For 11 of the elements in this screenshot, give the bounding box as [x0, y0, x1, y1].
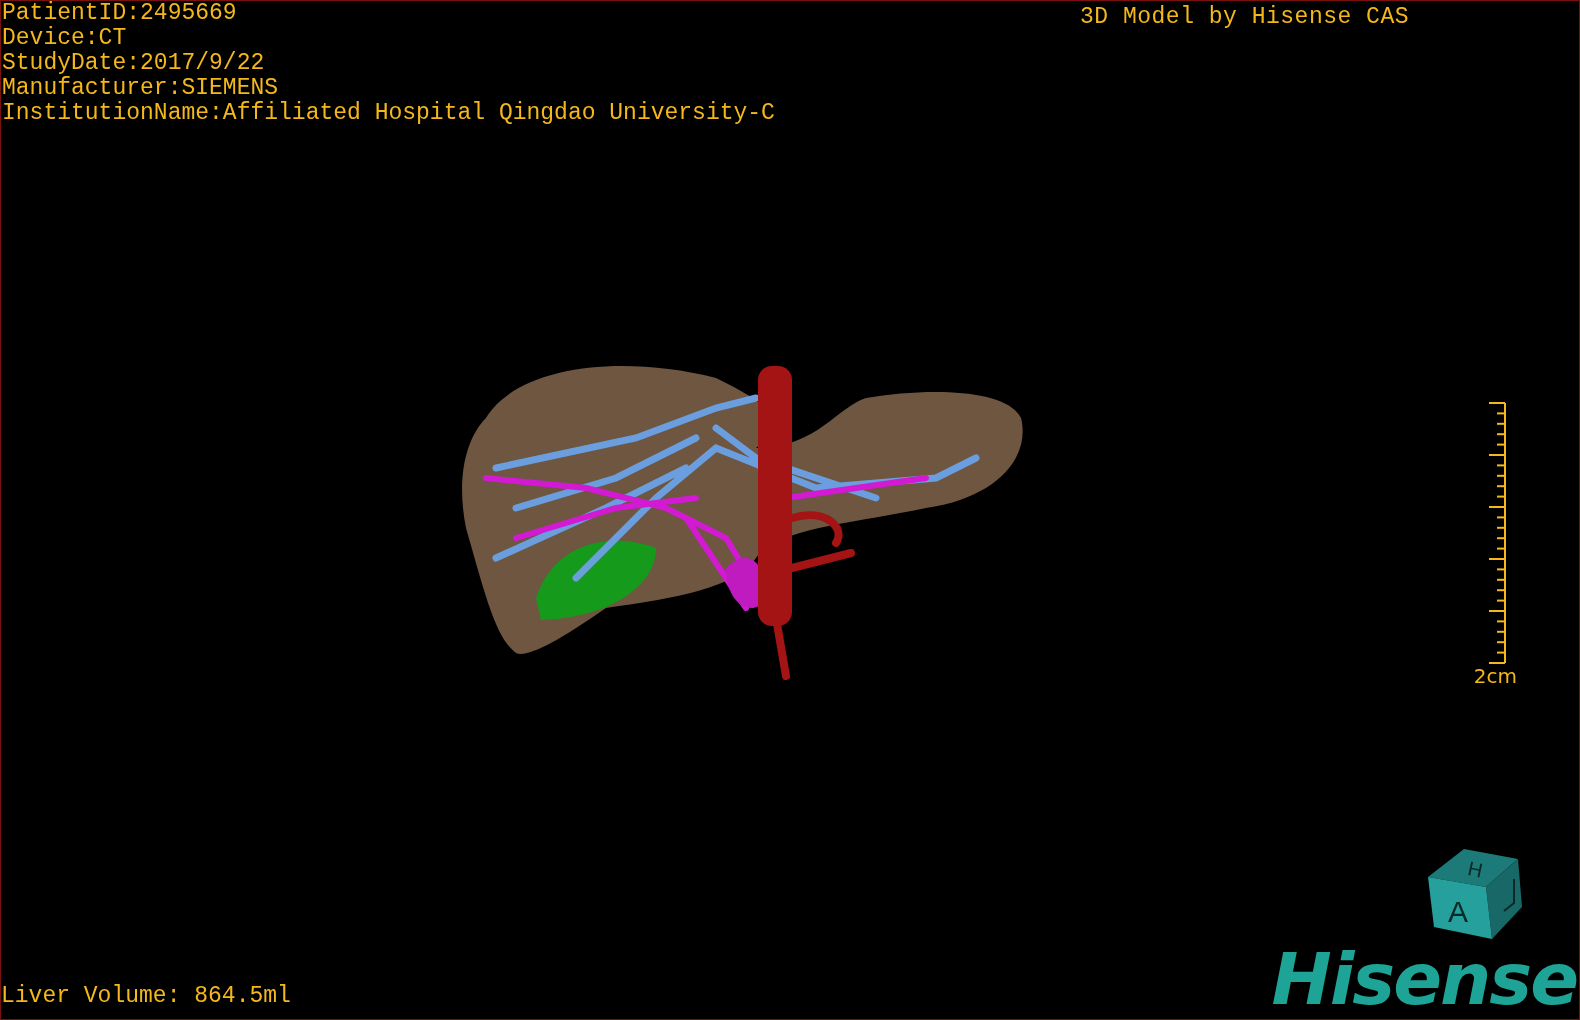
study-info-text: StudyDate:2017/9/22 [2, 51, 266, 76]
brand-logo: Hisense [1271, 943, 1577, 1015]
scale-ruler-icon [1489, 401, 1509, 665]
study-info-text: PatientID:2495669 [2, 1, 238, 26]
model-credit-text: 3D Model by Hisense CAS [1080, 3, 1409, 32]
study-info-text: InstitutionName:Affiliated Hospital Qingdao University-C [2, 101, 775, 126]
study-info-text: Device:CT [2, 26, 128, 51]
liver-volume-text: Liver Volume: 864.5ml [1, 984, 291, 1009]
study-info-text: Manufacturer:SIEMENS [2, 76, 280, 101]
orientation-cube[interactable]: H A [1426, 847, 1524, 943]
scale-label: 2cm [1473, 665, 1517, 687]
